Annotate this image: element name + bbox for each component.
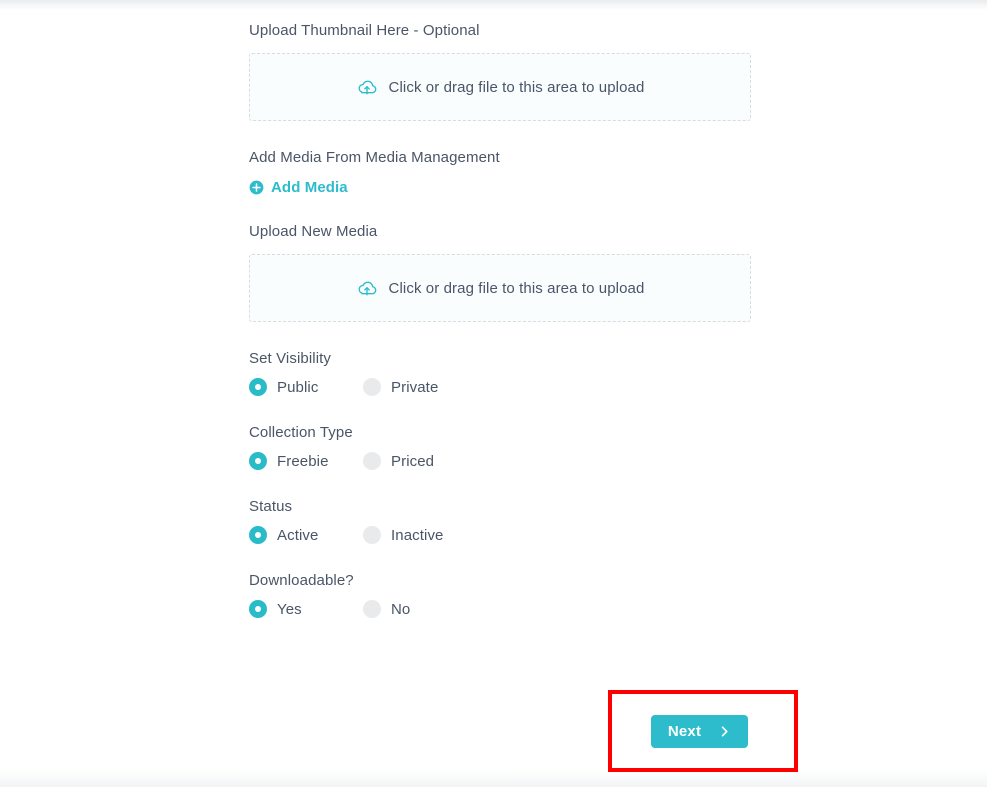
radio-dot-unselected-icon bbox=[363, 600, 381, 618]
radio-dot-unselected-icon bbox=[363, 378, 381, 396]
radio-label-public: Public bbox=[277, 378, 319, 396]
radio-option-public[interactable]: Public bbox=[249, 378, 363, 396]
radio-dot-selected-icon bbox=[249, 526, 267, 544]
radio-option-private[interactable]: Private bbox=[363, 378, 438, 396]
add-media-label: Add Media bbox=[271, 179, 348, 196]
next-button-label: Next bbox=[667, 723, 702, 740]
radio-field-status: Status Active Inactive bbox=[249, 496, 751, 544]
downloadable-label: Downloadable? bbox=[249, 572, 354, 589]
thumbnail-dropzone[interactable]: Click or drag file to this area to uploa… bbox=[249, 53, 751, 121]
page-root: Upload Thumbnail Here - Optional Click o… bbox=[0, 0, 987, 787]
media-management-label: Add Media From Media Management bbox=[249, 149, 500, 166]
set-visibility-radio-group: Public Private bbox=[249, 378, 751, 396]
collection-type-radio-group: Freebie Priced bbox=[249, 452, 751, 470]
radio-label-yes: Yes bbox=[277, 600, 302, 618]
radio-label-no: No bbox=[391, 600, 411, 618]
radio-option-active[interactable]: Active bbox=[249, 526, 363, 544]
set-visibility-label: Set Visibility bbox=[249, 350, 331, 367]
radio-dot-selected-icon bbox=[249, 452, 267, 470]
media-management-field: Add Media From Media Management Add Medi… bbox=[249, 147, 751, 200]
next-button[interactable]: Next bbox=[651, 715, 748, 748]
collection-type-label: Collection Type bbox=[249, 424, 353, 441]
new-media-field: Upload New Media Click or drag file to t… bbox=[249, 221, 751, 322]
radio-dot-selected-icon bbox=[249, 378, 267, 396]
plus-circle-icon bbox=[249, 180, 264, 195]
radio-label-inactive: Inactive bbox=[391, 526, 444, 544]
form-content: Upload Thumbnail Here - Optional Click o… bbox=[249, 20, 751, 618]
new-media-dropzone[interactable]: Click or drag file to this area to uploa… bbox=[249, 254, 751, 322]
radio-label-priced: Priced bbox=[391, 452, 435, 470]
status-radio-group: Active Inactive bbox=[249, 526, 751, 544]
thumbnail-dropzone-text: Click or drag file to this area to uploa… bbox=[388, 78, 645, 96]
radio-field-collection-type: Collection Type Freebie Priced bbox=[249, 422, 751, 470]
radio-option-priced[interactable]: Priced bbox=[363, 452, 434, 470]
radio-option-freebie[interactable]: Freebie bbox=[249, 452, 363, 470]
thumbnail-label: Upload Thumbnail Here - Optional bbox=[249, 22, 480, 39]
new-media-dropzone-text: Click or drag file to this area to uploa… bbox=[388, 279, 645, 297]
add-media-button[interactable]: Add Media bbox=[249, 179, 348, 196]
downloadable-radio-group: Yes No bbox=[249, 600, 751, 618]
radio-option-inactive[interactable]: Inactive bbox=[363, 526, 444, 544]
page-top-edge-band bbox=[0, 0, 987, 10]
radio-dot-unselected-icon bbox=[363, 452, 381, 470]
new-media-label: Upload New Media bbox=[249, 223, 378, 240]
radio-option-no[interactable]: No bbox=[363, 600, 410, 618]
radio-label-private: Private bbox=[391, 378, 439, 396]
radio-field-downloadable: Downloadable? Yes No bbox=[249, 570, 751, 618]
radio-option-yes[interactable]: Yes bbox=[249, 600, 363, 618]
radio-label-active: Active bbox=[277, 526, 319, 544]
radio-dot-unselected-icon bbox=[363, 526, 381, 544]
thumbnail-field: Upload Thumbnail Here - Optional Click o… bbox=[249, 20, 751, 121]
radio-field-set-visibility: Set Visibility Public Private bbox=[249, 348, 751, 396]
chevron-right-icon bbox=[721, 726, 728, 737]
radio-label-freebie: Freebie bbox=[277, 452, 329, 470]
radio-dot-selected-icon bbox=[249, 600, 267, 618]
status-label: Status bbox=[249, 498, 293, 515]
page-bottom-edge-band bbox=[0, 769, 987, 787]
cloud-upload-icon bbox=[358, 80, 376, 95]
cloud-upload-icon bbox=[358, 281, 376, 296]
